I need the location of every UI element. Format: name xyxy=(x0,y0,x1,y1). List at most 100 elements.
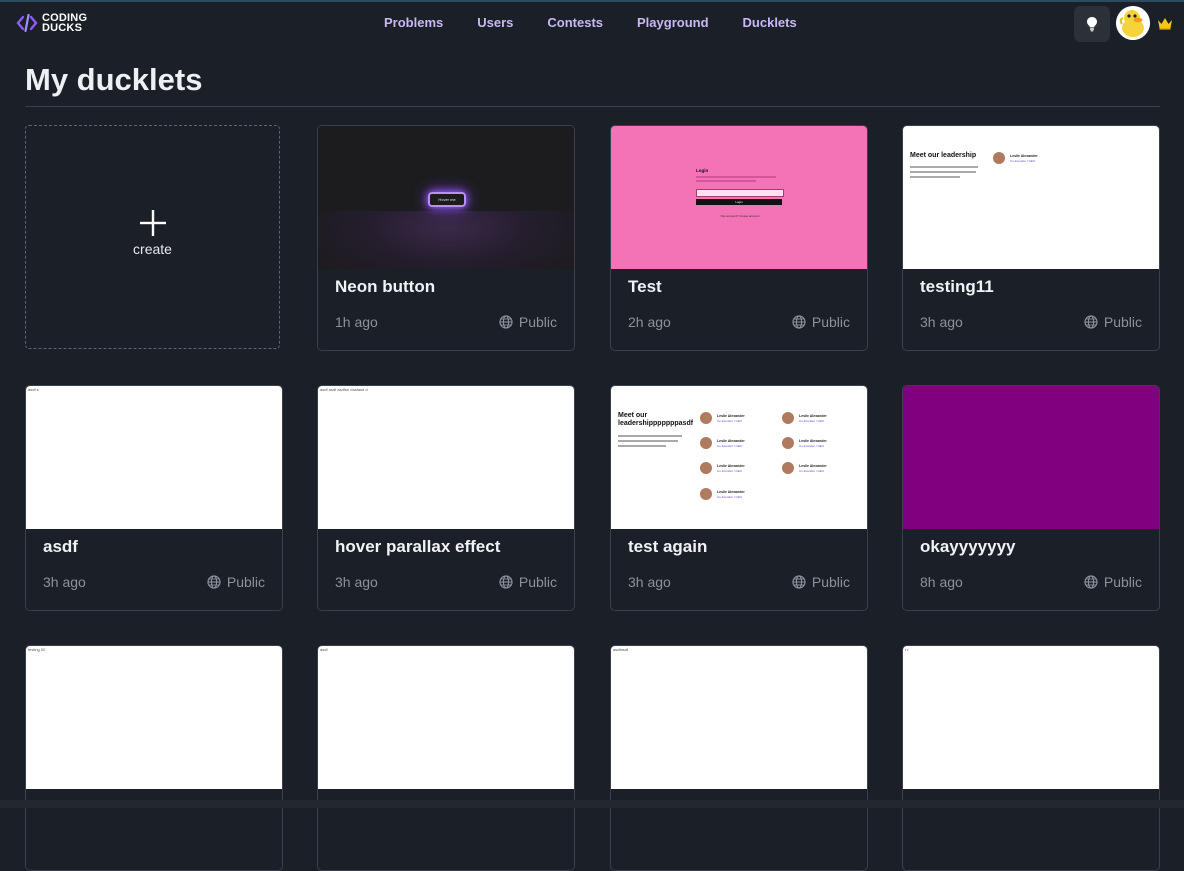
card-thumbnail xyxy=(903,386,1159,529)
leadership-preview-role: Co-Founder / CEO xyxy=(799,469,825,473)
login-preview: Login Login Not account? Create account xyxy=(696,168,784,218)
leadership-preview-person: Leslie Alexander xyxy=(717,464,745,468)
card-visibility: Public xyxy=(499,574,557,590)
ducklet-card[interactable]: testing 00 xyxy=(25,645,283,871)
ducklet-card[interactable]: okayyyyyyy 8h ago Public xyxy=(902,385,1160,611)
ducklet-card[interactable]: Hover me Neon button 1h ago Public xyxy=(317,125,575,351)
card-title: okayyyyyyy xyxy=(920,537,1016,556)
nav-problems[interactable]: Problems xyxy=(384,15,443,30)
card-thumbnail: asdfasdf xyxy=(611,646,867,789)
title-divider xyxy=(25,106,1160,107)
ducklet-card[interactable]: t t xyxy=(902,645,1160,871)
theme-toggle-button[interactable] xyxy=(1074,6,1110,42)
visibility-label: Public xyxy=(518,574,557,590)
ducklet-card[interactable]: asdfasdf xyxy=(610,645,868,871)
login-preview-footer: Not account? Create account xyxy=(720,214,760,218)
ducklet-card[interactable]: Meet our leadershipppppppasdf Leslie Ale… xyxy=(610,385,868,611)
leadership-preview-person: Leslie Alexander xyxy=(1010,154,1038,158)
ducklet-card[interactable]: asdf xyxy=(317,645,575,871)
nav-playground[interactable]: Playground xyxy=(637,15,709,30)
card-title: asdf xyxy=(43,537,78,556)
leadership-preview-role: Co-Founder / CEO xyxy=(799,419,825,423)
ducklet-card[interactable]: asdf s asdf 3h ago Public xyxy=(25,385,283,611)
leadership-preview-person: Leslie Alexander xyxy=(799,414,827,418)
card-time: 1h ago xyxy=(335,314,378,330)
globe-icon xyxy=(207,575,221,589)
card-visibility: Public xyxy=(1084,574,1142,590)
globe-icon xyxy=(499,315,513,329)
card-visibility: Public xyxy=(207,574,265,590)
card-visibility: Public xyxy=(499,314,557,330)
ducklet-card[interactable]: Meet our leadership Leslie Alexander Co-… xyxy=(902,125,1160,351)
leadership-preview-person: Leslie Alexander xyxy=(717,490,745,494)
visibility-label: Public xyxy=(811,314,850,330)
card-thumbnail: Login Login Not account? Create account xyxy=(611,126,867,269)
globe-icon xyxy=(1084,315,1098,329)
crown-icon xyxy=(1158,18,1172,30)
globe-icon xyxy=(792,315,806,329)
viewport-bottom-edge xyxy=(0,800,1184,808)
card-time: 3h ago xyxy=(335,574,378,590)
card-thumbnail: t t xyxy=(903,646,1159,789)
card-title: test again xyxy=(628,537,708,556)
user-avatar[interactable] xyxy=(1116,6,1150,40)
neon-preview-button: Hover me xyxy=(428,192,466,207)
leadership-preview-person: Leslie Alexander xyxy=(717,414,745,418)
thumbnail-text: testing 00 xyxy=(28,647,46,652)
leadership-preview-person: Leslie Alexander xyxy=(799,464,827,468)
nav-ducklets[interactable]: Ducklets xyxy=(743,15,797,30)
thumbnail-text: t t xyxy=(905,647,909,652)
globe-icon xyxy=(792,575,806,589)
visibility-label: Public xyxy=(811,574,850,590)
card-thumbnail: asdf s xyxy=(26,386,282,529)
nav-contests[interactable]: Contests xyxy=(547,15,603,30)
card-time: 3h ago xyxy=(628,574,671,590)
login-preview-title: Login xyxy=(696,168,709,173)
create-label: create xyxy=(133,241,172,257)
card-time: 3h ago xyxy=(43,574,86,590)
visibility-label: Public xyxy=(518,314,557,330)
thumbnail-text: asdf asdf asdfsn dasfasd d xyxy=(320,387,368,392)
card-visibility: Public xyxy=(1084,314,1142,330)
card-thumbnail: Hover me xyxy=(318,126,574,269)
card-thumbnail: asdf asdf asdfsn dasfasd d xyxy=(318,386,574,529)
card-visibility: Public xyxy=(792,574,850,590)
leadership-preview-role: Co-Founder / CEO xyxy=(1010,159,1036,163)
thumbnail-text: asdfasdf xyxy=(613,647,629,652)
brand-text: CODING DUCKS xyxy=(42,13,87,34)
ducklet-card[interactable]: asdf asdf asdfsn dasfasd d hover paralla… xyxy=(317,385,575,611)
nav-users[interactable]: Users xyxy=(477,15,513,30)
leadership-preview-role: Co-Founder / CEO xyxy=(799,444,825,448)
brand-line-2: DUCKS xyxy=(42,22,83,34)
lightbulb-icon xyxy=(1087,17,1097,32)
login-preview-button: Login xyxy=(735,200,743,204)
visibility-label: Public xyxy=(1103,314,1142,330)
code-brackets-icon xyxy=(16,13,38,33)
card-visibility: Public xyxy=(792,314,850,330)
card-title: Neon button xyxy=(335,277,436,296)
card-title: Test xyxy=(628,277,662,296)
page-title: My ducklets xyxy=(25,62,203,97)
card-title: testing11 xyxy=(920,277,994,296)
card-thumbnail: asdf xyxy=(318,646,574,789)
brand-logo[interactable]: CODING DUCKS xyxy=(16,12,87,34)
leadership-preview-heading: Meet our leadership xyxy=(910,152,977,159)
create-ducklet-button[interactable]: create xyxy=(25,125,280,349)
plus-icon xyxy=(139,210,166,236)
nav-links: Problems Users Contests Playground Duckl… xyxy=(384,15,831,30)
visibility-label: Public xyxy=(1103,574,1142,590)
card-time: 2h ago xyxy=(628,314,671,330)
card-time: 3h ago xyxy=(920,314,963,330)
navbar: CODING DUCKS Problems Users Contests Pla… xyxy=(0,2,1184,42)
ducklet-card[interactable]: Login Login Not account? Create account … xyxy=(610,125,868,351)
card-thumbnail: Meet our leadership Leslie Alexander Co-… xyxy=(903,126,1159,269)
leadership-preview-role: Co-Founder / CEO xyxy=(717,495,743,499)
neon-preview-text: Hover me xyxy=(438,197,456,202)
card-time: 8h ago xyxy=(920,574,963,590)
thumbnail-text: asdf xyxy=(320,647,328,652)
card-thumbnail: Meet our leadershipppppppasdf Leslie Ale… xyxy=(611,386,867,529)
card-title: hover parallax effect xyxy=(335,537,501,556)
thumbnail-text: asdf s xyxy=(28,387,39,392)
leadership-preview-heading: Meet our leadershipppppppasdf xyxy=(618,412,694,427)
globe-icon xyxy=(499,575,513,589)
